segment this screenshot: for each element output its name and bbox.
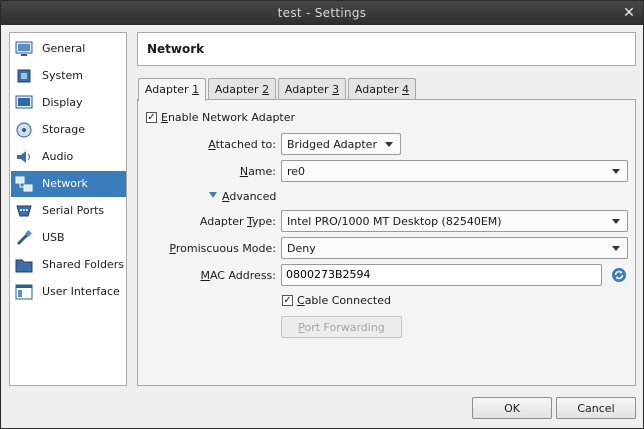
display-icon [15, 95, 33, 109]
tab-label-key: 3 [332, 83, 340, 96]
tab-label-key: 1 [192, 83, 200, 96]
sidebar-item-label: System [42, 69, 84, 82]
tab-label-key: 2 [262, 83, 270, 96]
adapter-type-label: Adapter Type: [199, 215, 276, 228]
advanced-toggle[interactable]: Advanced [222, 190, 276, 203]
cable-connected-label: Cable Connected [297, 294, 391, 307]
page-header: Network [137, 32, 636, 66]
promiscuous-mode-label: Promiscuous Mode: [169, 242, 276, 255]
sidebar-item-label: Audio [42, 150, 74, 163]
sidebar-item-display[interactable]: Display [11, 90, 126, 116]
network-icon [15, 176, 33, 192]
expand-arrow-icon[interactable] [209, 192, 217, 198]
sidebar-item-usb[interactable]: USB [11, 225, 126, 251]
chevron-down-icon [612, 219, 620, 224]
sidebar-item-label: Serial Ports [42, 204, 105, 217]
monitor-icon [15, 41, 33, 56]
promiscuous-mode-select[interactable]: Deny [281, 237, 628, 259]
adapter-type-select[interactable]: Intel PRO/1000 MT Desktop (82540EM) [281, 210, 628, 232]
sidebar-item-label: Display [42, 96, 83, 109]
tab-label-prefix: Adapter [144, 83, 193, 96]
attached-to-label: Attached to: [208, 138, 276, 151]
usb-icon [16, 229, 33, 246]
enable-adapter-checkbox[interactable]: ✓ [146, 112, 157, 123]
ok-button[interactable]: OK [472, 397, 552, 419]
sidebar-item-user-interface[interactable]: User Interface [11, 279, 126, 305]
promiscuous-mode-value: Deny [287, 242, 316, 255]
sidebar-item-label: Shared Folders [42, 258, 124, 271]
sidebar-item-shared-folders[interactable]: Shared Folders [11, 252, 126, 278]
serial-port-icon [16, 205, 32, 217]
disk-icon [16, 122, 32, 138]
speaker-icon [17, 151, 30, 163]
attached-to-value: Bridged Adapter [287, 138, 377, 151]
chevron-down-icon [612, 246, 620, 251]
sidebar-item-label: USB [42, 231, 65, 244]
sidebar-item-general[interactable]: General [11, 36, 126, 62]
cable-connected-checkbox[interactable]: ✓ [282, 295, 293, 306]
name-value: re0 [287, 165, 306, 178]
name-select[interactable]: re0 [281, 160, 628, 182]
sidebar-item-serial-ports[interactable]: Serial Ports [11, 198, 126, 224]
chip-icon [17, 69, 31, 83]
tab-label-prefix: Adapter [354, 83, 403, 96]
window-title: test - Settings [277, 6, 367, 20]
mac-address-input[interactable] [286, 268, 586, 281]
tab-adapter-2[interactable]: Adapter 2 [208, 78, 276, 100]
tab-adapter-1[interactable]: Adapter 1 [138, 78, 206, 101]
sidebar-item-label: General [42, 42, 86, 55]
sidebar-item-label: Storage [42, 123, 86, 136]
chevron-down-icon [612, 169, 620, 174]
tab-label-prefix: Adapter [214, 83, 263, 96]
sidebar-item-label: Network [42, 177, 88, 190]
cancel-button[interactable]: Cancel [556, 397, 636, 419]
adapter-type-value: Intel PRO/1000 MT Desktop (82540EM) [287, 215, 502, 228]
sidebar-item-audio[interactable]: Audio [11, 144, 126, 170]
sidebar-item-storage[interactable]: Storage [11, 117, 126, 143]
name-label: Name: [239, 165, 276, 178]
mac-address-field[interactable] [281, 264, 602, 286]
settings-sidebar: General System Display Storage Audio Net [9, 32, 127, 386]
folder-icon [15, 259, 33, 273]
page-title: Network [147, 42, 205, 56]
sidebar-item-network[interactable]: Network [11, 171, 126, 197]
title-bar[interactable]: test - Settings ✕ [1, 1, 643, 25]
tab-adapter-3[interactable]: Adapter 3 [278, 78, 346, 100]
close-icon[interactable]: ✕ [621, 5, 637, 21]
enable-adapter-label: Enable Network Adapter [161, 111, 296, 124]
refresh-icon[interactable] [611, 267, 627, 283]
port-forwarding-button[interactable]: Port Forwarding [281, 316, 402, 338]
tab-adapter-4[interactable]: Adapter 4 [348, 78, 416, 100]
sidebar-item-label: User Interface [42, 285, 120, 298]
window-icon [15, 284, 33, 300]
tab-label-prefix: Adapter [284, 83, 333, 96]
mac-address-label: MAC Address: [200, 269, 276, 282]
sidebar-item-system[interactable]: System [11, 63, 126, 89]
attached-to-select[interactable]: Bridged Adapter [281, 133, 401, 155]
tab-label-key: 4 [402, 83, 410, 96]
chevron-down-icon [385, 142, 393, 147]
settings-window: test - Settings ✕ General System Display… [0, 0, 644, 429]
